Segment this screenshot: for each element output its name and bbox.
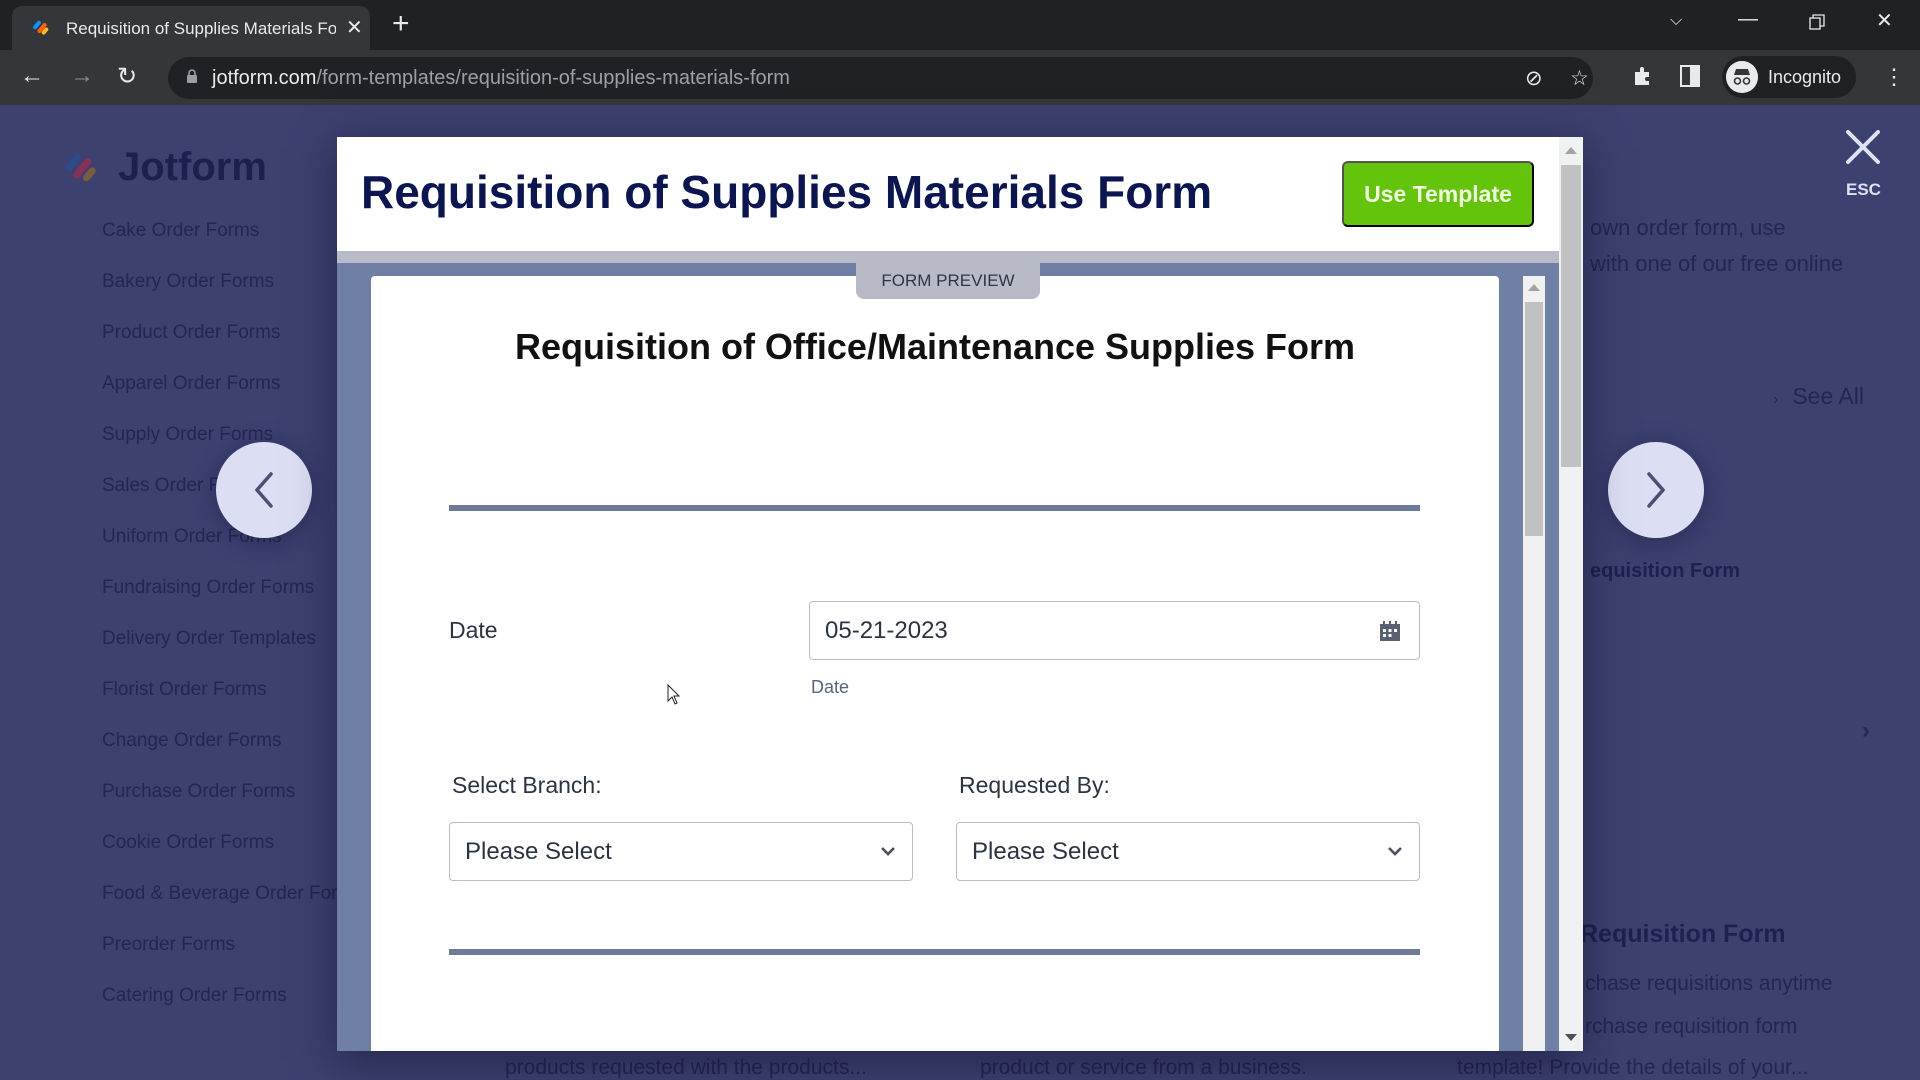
template-card-desc: chase requisitions anytime bbox=[1585, 972, 1833, 995]
date-sublabel: Date bbox=[811, 677, 850, 697]
scroll-up-icon[interactable] bbox=[1528, 284, 1540, 291]
jotform-logo-icon bbox=[65, 153, 96, 181]
browser-toolbar: ← → ↻ jotform.com/form-templates/requisi… bbox=[0, 50, 1920, 105]
puzzle-icon[interactable] bbox=[1632, 65, 1654, 87]
template-card-desc: template! Provide the details of your... bbox=[1457, 1056, 1809, 1079]
category-item[interactable]: Fundraising Order Forms bbox=[102, 562, 363, 613]
form-preview-tab: FORM PREVIEW bbox=[856, 263, 1040, 299]
chevron-right-icon bbox=[1647, 472, 1666, 508]
header-separator bbox=[337, 251, 1559, 263]
tab-title: Requisition of Supplies Materials Form |… bbox=[66, 19, 336, 38]
incognito-profile-button[interactable]: Incognito bbox=[1722, 56, 1856, 98]
select-branch-dropdown[interactable]: Please Select bbox=[449, 822, 913, 881]
category-item[interactable]: Food & Beverage Order Forms bbox=[102, 868, 363, 919]
modal-header: Requisition of Supplies Materials Form U… bbox=[337, 137, 1559, 251]
template-preview-modal: Requisition of Supplies Materials Form U… bbox=[337, 137, 1583, 1051]
category-item[interactable]: Delivery Order Templates bbox=[102, 613, 363, 664]
form-title: Requisition of Office/Maintenance Suppli… bbox=[514, 326, 1356, 367]
chevron-down-icon bbox=[881, 847, 895, 856]
tab-search-icon[interactable]: ⌵ bbox=[1670, 12, 1682, 30]
category-item[interactable]: Catering Order Forms bbox=[102, 970, 363, 1021]
incognito-icon bbox=[1726, 61, 1758, 93]
intro-text-line: own order form, use bbox=[1590, 215, 1786, 240]
category-item[interactable]: Purchase Order Forms bbox=[102, 766, 363, 817]
address-bar[interactable]: jotform.com/form-templates/requisition-o… bbox=[168, 57, 1593, 99]
category-item[interactable]: Cake Order Forms bbox=[102, 205, 363, 256]
chevron-down-icon bbox=[1388, 847, 1402, 856]
modal-scrollbar[interactable] bbox=[1559, 137, 1583, 1051]
url-host: jotform.com bbox=[212, 67, 317, 89]
category-item[interactable]: Bakery Order Forms bbox=[102, 256, 363, 307]
category-item[interactable]: Cookie Order Forms bbox=[102, 817, 363, 868]
esc-label: ESC bbox=[1846, 180, 1881, 199]
scrollbar-thumb[interactable] bbox=[1525, 302, 1543, 536]
requested-by-value: Please Select bbox=[972, 838, 1119, 865]
scroll-up-icon[interactable] bbox=[1565, 147, 1577, 154]
carousel-next-icon[interactable]: › bbox=[1862, 717, 1870, 745]
date-input[interactable]: 05-21-2023 bbox=[809, 601, 1420, 660]
close-modal-icon[interactable] bbox=[1842, 126, 1884, 168]
calendar-icon[interactable] bbox=[1379, 620, 1401, 642]
scroll-down-icon[interactable] bbox=[1565, 1034, 1577, 1041]
see-all-label: See All bbox=[1792, 383, 1864, 409]
side-panel-icon[interactable] bbox=[1680, 65, 1700, 87]
new-tab-plus-icon[interactable]: + bbox=[392, 8, 410, 40]
lock-icon bbox=[187, 69, 197, 83]
category-item[interactable]: Florist Order Forms bbox=[102, 664, 363, 715]
category-item[interactable]: Apparel Order Forms bbox=[102, 358, 363, 409]
template-card-desc: product or service from a business. bbox=[980, 1056, 1307, 1079]
jotform-favicon-icon bbox=[33, 20, 49, 35]
mouse-cursor-icon bbox=[667, 684, 681, 705]
jotform-logo[interactable]: Jotform bbox=[64, 145, 267, 190]
use-template-button[interactable]: Use Template bbox=[1342, 161, 1534, 227]
requested-by-label: Requested By: bbox=[959, 772, 1110, 798]
forward-arrow-icon[interactable]: → bbox=[70, 62, 94, 90]
minimize-icon[interactable]: — bbox=[1738, 8, 1758, 31]
back-arrow-icon[interactable]: ← bbox=[20, 62, 44, 90]
window-close-icon[interactable]: ✕ bbox=[1876, 8, 1893, 33]
tab-close-icon[interactable]: ✕ bbox=[346, 15, 363, 40]
section-divider bbox=[449, 505, 1420, 511]
see-all-link[interactable]: › See All bbox=[1773, 383, 1864, 410]
kebab-menu-icon[interactable]: ⋮ bbox=[1883, 64, 1905, 90]
chevron-right-icon: › bbox=[1773, 391, 1779, 408]
select-branch-value: Please Select bbox=[465, 838, 612, 865]
modal-title: Requisition of Supplies Materials Form bbox=[361, 166, 1213, 218]
scrollbar-thumb[interactable] bbox=[1561, 165, 1581, 467]
next-template-button[interactable] bbox=[1608, 442, 1704, 538]
form-preview-area: FORM PREVIEW Requisition of Office/Maint… bbox=[337, 263, 1559, 1051]
browser-tab[interactable]: Requisition of Supplies Materials Form |… bbox=[12, 6, 370, 50]
select-branch-label: Select Branch: bbox=[452, 772, 602, 798]
restore-icon[interactable] bbox=[1809, 14, 1825, 30]
form-preview-card: Requisition of Office/Maintenance Suppli… bbox=[371, 276, 1499, 1051]
reload-icon[interactable]: ↻ bbox=[117, 62, 137, 91]
previous-template-button[interactable] bbox=[216, 442, 312, 538]
category-item[interactable]: Change Order Forms bbox=[102, 715, 363, 766]
url-text: jotform.com/form-templates/requisition-o… bbox=[212, 67, 790, 90]
eye-off-icon[interactable]: ⊘ bbox=[1525, 66, 1543, 91]
date-value: 05-21-2023 bbox=[825, 617, 948, 644]
category-list: Cake Order Forms Bakery Order Forms Prod… bbox=[102, 205, 363, 1021]
template-card-title[interactable]: Requisition Form bbox=[1580, 920, 1786, 949]
intro-text-line: with one of our free online bbox=[1590, 251, 1844, 276]
logo-text: Jotform bbox=[118, 145, 267, 189]
browser-tab-strip: Requisition of Supplies Materials Form |… bbox=[0, 0, 1920, 50]
template-card-title[interactable]: equisition Form bbox=[1590, 560, 1740, 583]
preview-scrollbar[interactable] bbox=[1523, 276, 1545, 1051]
template-card-desc: rchase requisition form bbox=[1585, 1015, 1798, 1038]
url-path: /form-templates/requisition-of-supplies-… bbox=[316, 67, 790, 89]
template-card-desc: products requested with the products... bbox=[505, 1056, 867, 1079]
date-label: Date bbox=[449, 617, 498, 643]
requested-by-dropdown[interactable]: Please Select bbox=[956, 822, 1420, 881]
star-icon[interactable]: ☆ bbox=[1570, 66, 1589, 91]
category-item[interactable]: Product Order Forms bbox=[102, 307, 363, 358]
section-divider bbox=[449, 949, 1420, 955]
category-item[interactable]: Preorder Forms bbox=[102, 919, 363, 970]
profile-label: Incognito bbox=[1768, 67, 1842, 87]
chevron-left-icon bbox=[254, 472, 273, 508]
